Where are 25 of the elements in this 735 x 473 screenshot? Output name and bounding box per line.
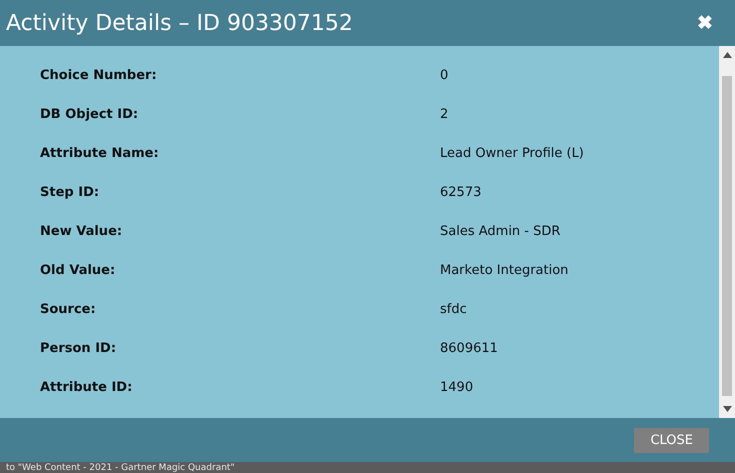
dialog-title: Activity Details – ID 903307152: [6, 10, 353, 36]
scrollbar[interactable]: [719, 46, 735, 418]
field-value: sfdc: [440, 302, 468, 317]
field-label: New Value:: [40, 224, 124, 239]
scrollbar-thumb[interactable]: [722, 76, 732, 396]
field-label: Person ID:: [40, 341, 118, 356]
field-value: 2: [440, 107, 450, 122]
field-label: Attribute Name:: [40, 146, 160, 161]
field-value: Marketo Integration: [440, 263, 570, 278]
close-button[interactable]: CLOSE: [634, 428, 709, 452]
field-value: Lead Owner Profile (L): [440, 146, 585, 161]
field-value: 8609611: [440, 341, 499, 356]
scroll-down-icon[interactable]: [722, 406, 732, 412]
scroll-up-icon[interactable]: [722, 52, 732, 58]
field-value: 0: [440, 68, 450, 83]
field-label: Old Value:: [40, 263, 116, 278]
field-value: 62573: [440, 185, 482, 200]
field-label: DB Object ID:: [40, 107, 140, 122]
field-label: Source:: [40, 302, 97, 317]
background-text: to "Web Content - 2021 - Gartner Magic Quadrant": [6, 462, 235, 472]
field-value: Sales Admin - SDR: [440, 224, 562, 239]
field-label: Attribute ID:: [40, 380, 134, 395]
field-label: Choice Number:: [40, 68, 158, 83]
field-value: 1490: [440, 380, 474, 395]
field-label: Step ID:: [40, 185, 100, 200]
